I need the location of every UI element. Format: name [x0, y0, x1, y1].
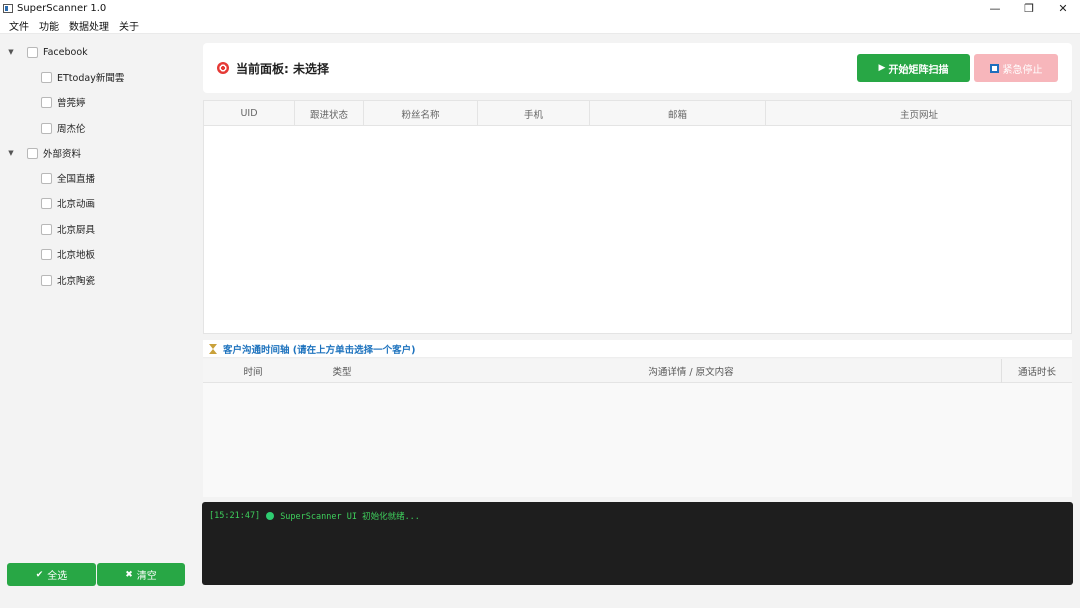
menu-data-processing[interactable]: 数据处理 — [64, 18, 114, 33]
tree-item-label: 北京地板 — [57, 250, 96, 261]
select-all-button[interactable]: ✔ 全选 — [7, 563, 96, 586]
sidebar-tree: ▼ Facebook ETtoday新聞雲 曾莞婷 周杰伦 ▼ 外部资料 全国直… — [0, 36, 195, 556]
start-scan-button[interactable]: ▶ 开始矩阵扫描 — [857, 54, 970, 82]
item-checkbox[interactable] — [41, 96, 52, 108]
maximize-icon[interactable]: ❐ — [1012, 0, 1046, 17]
window-controls: — ❐ ✕ — [978, 0, 1080, 17]
menu-about[interactable]: 关于 — [114, 18, 144, 33]
expand-arrow-icon[interactable]: ▼ — [7, 48, 15, 56]
timeline-table-header: 时间 类型 沟通详情 / 原文内容 通话时长 — [203, 359, 1072, 383]
log-line: [15:21:47] SuperScanner UI 初始化就绪... — [209, 510, 420, 522]
item-checkbox[interactable] — [41, 197, 52, 209]
column-header-type[interactable]: 类型 — [303, 359, 381, 383]
window-title: SuperScanner 1.0 — [17, 3, 107, 14]
tree-item[interactable]: 北京地板 — [41, 245, 95, 263]
tree-item[interactable]: 曾莞婷 — [41, 93, 86, 111]
current-panel-header: 当前面板: 未选择 ▶ 开始矩阵扫描 紧急停止 — [203, 43, 1072, 93]
item-checkbox[interactable] — [41, 223, 52, 235]
tree-item-label: 北京厨具 — [57, 225, 96, 236]
clear-label: 清空 — [136, 571, 157, 582]
item-checkbox[interactable] — [41, 248, 52, 260]
column-header-email[interactable]: 邮箱 — [590, 101, 766, 126]
tree-group-label: Facebook — [43, 46, 88, 58]
column-header-fan-name[interactable]: 粉丝名称 — [364, 101, 478, 126]
tree-item-label: 北京动画 — [57, 199, 96, 210]
tree-group-facebook[interactable]: ▼ Facebook — [7, 43, 88, 61]
column-header-uid[interactable]: UID — [204, 101, 295, 126]
customer-table[interactable]: UID 跟进状态 粉丝名称 手机 邮箱 主页网址 — [203, 100, 1072, 334]
timeline-header: 客户沟通时间轴 (请在上方单击选择一个客户) — [203, 340, 1072, 358]
app-icon — [3, 4, 13, 13]
log-console[interactable]: [15:21:47] SuperScanner UI 初始化就绪... — [202, 502, 1073, 585]
tree-item[interactable]: 北京陶瓷 — [41, 271, 95, 289]
tree-item-label: 全国直播 — [57, 174, 96, 185]
menu-bar: 文件 功能 数据处理 关于 — [0, 17, 1080, 34]
item-checkbox[interactable] — [41, 122, 52, 134]
menu-file[interactable]: 文件 — [4, 18, 34, 33]
stop-icon — [989, 63, 999, 73]
tree-item[interactable]: 周杰伦 — [41, 119, 86, 137]
clear-x-icon: ✖ — [125, 569, 133, 580]
item-checkbox[interactable] — [41, 274, 52, 286]
status-dot-icon — [266, 512, 275, 520]
tree-item-label: 北京陶瓷 — [57, 276, 96, 287]
item-checkbox[interactable] — [41, 172, 52, 184]
tree-item-label: ETtoday新聞雲 — [57, 73, 125, 84]
play-icon: ▶ — [878, 63, 886, 73]
tree-group-label: 外部资料 — [43, 149, 82, 160]
menu-function[interactable]: 功能 — [34, 18, 64, 33]
title-bar: SuperScanner 1.0 — ❐ ✕ — [0, 0, 1080, 17]
tree-item-label: 周杰伦 — [57, 124, 86, 135]
minimize-icon[interactable]: — — [978, 0, 1012, 17]
page-title: 当前面板: 未选择 — [236, 62, 329, 76]
column-header-homepage[interactable]: 主页网址 — [766, 101, 1072, 126]
group-checkbox[interactable] — [27, 147, 38, 159]
check-icon: ✔ — [35, 569, 44, 580]
item-checkbox[interactable] — [41, 71, 52, 83]
tree-item[interactable]: ETtoday新聞雲 — [41, 68, 124, 86]
group-checkbox[interactable] — [27, 46, 38, 58]
timeline-title: 客户沟通时间轴 (请在上方单击选择一个客户) — [223, 344, 416, 356]
timeline-table[interactable]: 时间 类型 沟通详情 / 原文内容 通话时长 — [203, 359, 1072, 497]
column-header-time[interactable]: 时间 — [203, 359, 303, 383]
close-icon[interactable]: ✕ — [1046, 0, 1080, 17]
column-header-detail[interactable]: 沟通详情 / 原文内容 — [381, 359, 1001, 383]
clear-button[interactable]: ✖ 清空 — [97, 563, 185, 586]
expand-arrow-icon[interactable]: ▼ — [7, 149, 15, 157]
target-icon — [217, 62, 229, 74]
tree-item[interactable]: 北京厨具 — [41, 220, 95, 238]
log-timestamp: [15:21:47] — [209, 511, 261, 521]
tree-item-label: 曾莞婷 — [57, 98, 86, 109]
start-scan-label: 开始矩阵扫描 — [888, 64, 949, 76]
emergency-stop-label: 紧急停止 — [1002, 64, 1043, 76]
emergency-stop-button[interactable]: 紧急停止 — [974, 54, 1058, 82]
column-header-phone[interactable]: 手机 — [478, 101, 590, 126]
table-header: UID 跟进状态 粉丝名称 手机 邮箱 主页网址 — [204, 101, 1071, 126]
select-all-label: 全选 — [47, 571, 68, 582]
tree-group-external[interactable]: ▼ 外部资料 — [7, 144, 81, 162]
log-message: SuperScanner UI 初始化就绪... — [280, 512, 420, 522]
column-header-status[interactable]: 跟进状态 — [295, 101, 364, 126]
column-header-duration[interactable]: 通话时长 — [1001, 359, 1072, 383]
tree-item[interactable]: 北京动画 — [41, 194, 95, 212]
tree-item[interactable]: 全国直播 — [41, 169, 95, 187]
hourglass-icon — [209, 343, 217, 354]
